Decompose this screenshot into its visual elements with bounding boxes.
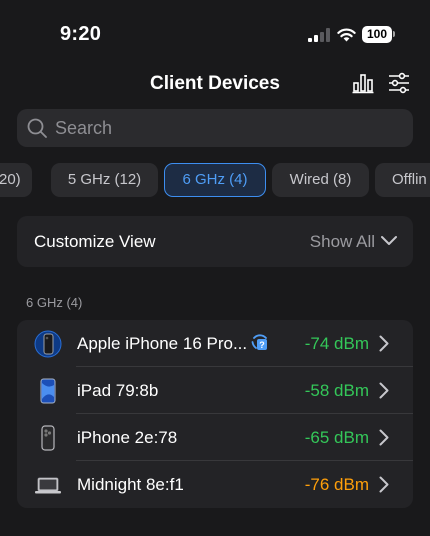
chip-wired[interactable]: Wired (8) [272, 163, 369, 197]
chevron-right-icon [379, 335, 389, 352]
device-row[interactable]: Apple iPhone 16 Pro... ? -74 dBm [17, 320, 413, 367]
device-name: iPhone 2e:78 [77, 428, 178, 447]
show-all-value: Show All [309, 232, 375, 251]
search-bar[interactable] [17, 109, 413, 147]
cellular-signal-icon [308, 28, 330, 42]
svg-text:?: ? [259, 340, 265, 350]
macbook-icon [35, 477, 61, 494]
section-title: 6 GHz (4) [26, 295, 83, 310]
filter-chips: (20) 5 GHz (12) 6 GHz (4) Wired (8) Offl… [0, 163, 430, 197]
iphone-16-pro-icon [34, 330, 62, 358]
signal-strength: -76 dBm [304, 475, 369, 494]
device-name: Apple iPhone 16 Pro... [77, 334, 248, 353]
signal-strength: -58 dBm [304, 381, 369, 400]
status-bar: 9:20 100 [0, 0, 430, 64]
search-input[interactable] [55, 109, 395, 147]
ipad-icon [40, 378, 56, 404]
customize-view-row[interactable]: Customize View Show All [17, 216, 413, 267]
chip-offline[interactable]: Offlin [375, 163, 430, 197]
device-row[interactable]: iPhone 2e:78 -65 dBm [17, 414, 413, 461]
chip-all[interactable]: (20) [0, 163, 32, 197]
chevron-right-icon [379, 476, 389, 493]
wifi-icon [337, 28, 356, 42]
battery-icon: 100 [362, 26, 392, 43]
device-list: Apple iPhone 16 Pro... ? -74 dBm iPad 79… [17, 320, 413, 508]
sliders-icon[interactable] [388, 72, 410, 94]
device-row[interactable]: iPad 79:8b -58 dBm [17, 367, 413, 414]
bar-chart-icon[interactable] [352, 72, 374, 94]
device-name: Midnight 8e:f1 [77, 475, 184, 494]
status-time: 9:20 [60, 23, 102, 45]
customize-view-label: Customize View [34, 232, 156, 251]
iphone-icon [41, 425, 55, 451]
device-name: iPad 79:8b [77, 381, 159, 400]
chevron-down-icon [381, 236, 397, 245]
unknown-device-badge-icon[interactable]: ? [251, 334, 269, 352]
signal-strength: -74 dBm [304, 334, 369, 353]
device-row[interactable]: Midnight 8e:f1 -76 dBm [17, 461, 413, 508]
chevron-right-icon [379, 429, 389, 446]
search-icon [27, 118, 47, 138]
chip-6ghz[interactable]: 6 GHz (4) [164, 163, 266, 197]
signal-strength: -65 dBm [304, 428, 369, 447]
chevron-right-icon [379, 382, 389, 399]
battery-nub [393, 31, 395, 37]
chip-5ghz[interactable]: 5 GHz (12) [51, 163, 158, 197]
